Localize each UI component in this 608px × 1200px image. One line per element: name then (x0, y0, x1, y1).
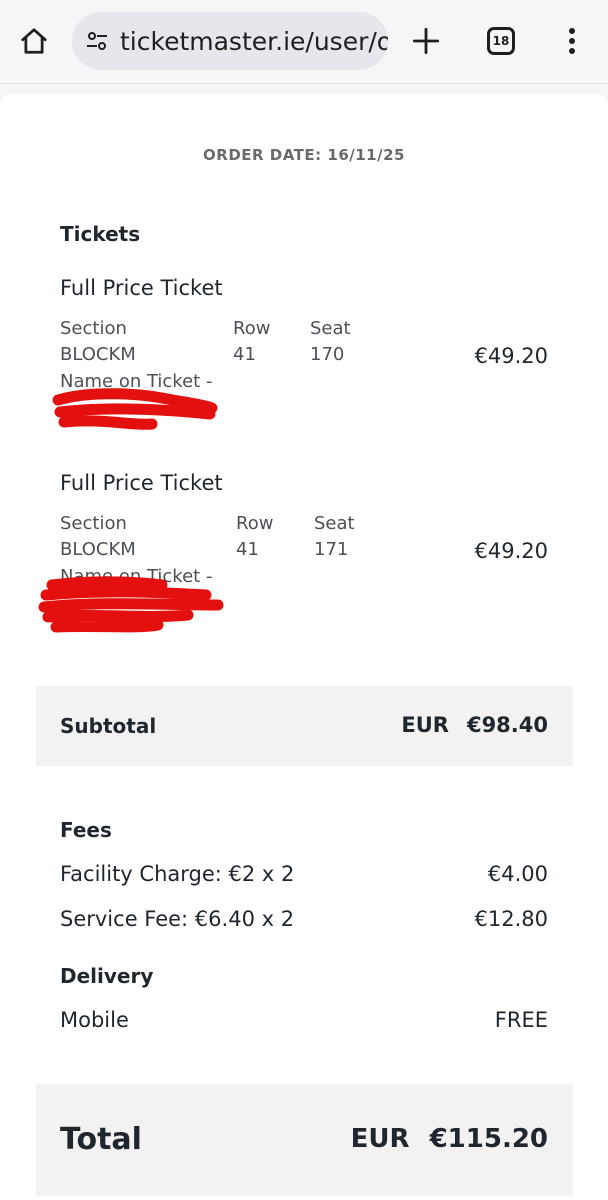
fee-label: Facility Charge: €2 x 2 (60, 862, 295, 886)
row-value: 41 (236, 539, 259, 560)
plus-icon (412, 27, 440, 55)
fee-amount: €12.80 (474, 907, 548, 931)
tabs-icon: 18 (487, 27, 515, 55)
ticket-item: Full Price Ticket Section Row Seat BLOCK… (0, 276, 608, 456)
address-bar[interactable]: ticketmaster.ie/user/o (72, 12, 388, 70)
subtotal-amount: EUR €98.40 (401, 713, 548, 737)
browser-toolbar: ticketmaster.ie/user/o 18 (0, 0, 608, 84)
order-date: ORDER DATE: 16/11/25 (203, 146, 405, 164)
ticket-type: Full Price Ticket (60, 276, 223, 300)
fee-row: Service Fee: €6.40 x 2 €12.80 (60, 907, 548, 931)
section-label: Section (60, 513, 127, 534)
row-label: Row (233, 318, 271, 339)
subtotal-label: Subtotal (60, 714, 157, 738)
total-currency: EUR (350, 1124, 410, 1154)
seat-label: Seat (310, 318, 351, 339)
subtotal-panel: Subtotal EUR €98.40 (36, 686, 573, 766)
total-value: €115.20 (429, 1124, 548, 1154)
order-summary-card: ORDER DATE: 16/11/25 Tickets Full Price … (0, 94, 608, 1200)
subtotal-currency: EUR (401, 713, 449, 737)
redaction-mark (38, 576, 224, 633)
seat-value: 171 (314, 539, 349, 560)
tab-switcher-button[interactable]: 18 (481, 16, 521, 66)
seat-value: 170 (310, 344, 345, 365)
delivery-amount: FREE (494, 1008, 548, 1032)
ticket-type: Full Price Ticket (60, 471, 223, 495)
more-menu-button[interactable] (552, 16, 592, 66)
row-value: 41 (233, 344, 256, 365)
delivery-row: Mobile FREE (60, 1008, 548, 1032)
section-value: BLOCKM (60, 344, 136, 365)
home-icon (21, 28, 47, 54)
home-button[interactable] (14, 16, 54, 66)
more-vert-icon (569, 28, 575, 54)
total-amount: EUR €115.20 (351, 1124, 548, 1154)
ticket-price: €49.20 (474, 344, 548, 368)
fee-amount: €4.00 (487, 862, 548, 886)
url-text[interactable]: ticketmaster.ie/user/o (120, 27, 388, 56)
tickets-heading: Tickets (60, 222, 141, 246)
section-value: BLOCKM (60, 539, 136, 560)
new-tab-button[interactable] (406, 16, 446, 66)
site-settings-icon[interactable] (84, 28, 110, 54)
delivery-heading: Delivery (60, 964, 154, 988)
seat-label: Seat (314, 513, 355, 534)
total-label: Total (60, 1122, 142, 1157)
fee-label: Service Fee: €6.40 x 2 (60, 907, 295, 931)
row-label: Row (236, 513, 274, 534)
ticket-item: Full Price Ticket Section Row Seat BLOCK… (0, 471, 608, 651)
fees-heading: Fees (60, 818, 112, 842)
subtotal-value: €98.40 (466, 713, 548, 737)
fee-row: Facility Charge: €2 x 2 €4.00 (60, 862, 548, 886)
delivery-method: Mobile (60, 1008, 129, 1032)
ticket-price: €49.20 (474, 539, 548, 563)
section-label: Section (60, 318, 127, 339)
total-panel: Total EUR €115.20 (36, 1084, 573, 1196)
redaction-mark (52, 388, 218, 430)
